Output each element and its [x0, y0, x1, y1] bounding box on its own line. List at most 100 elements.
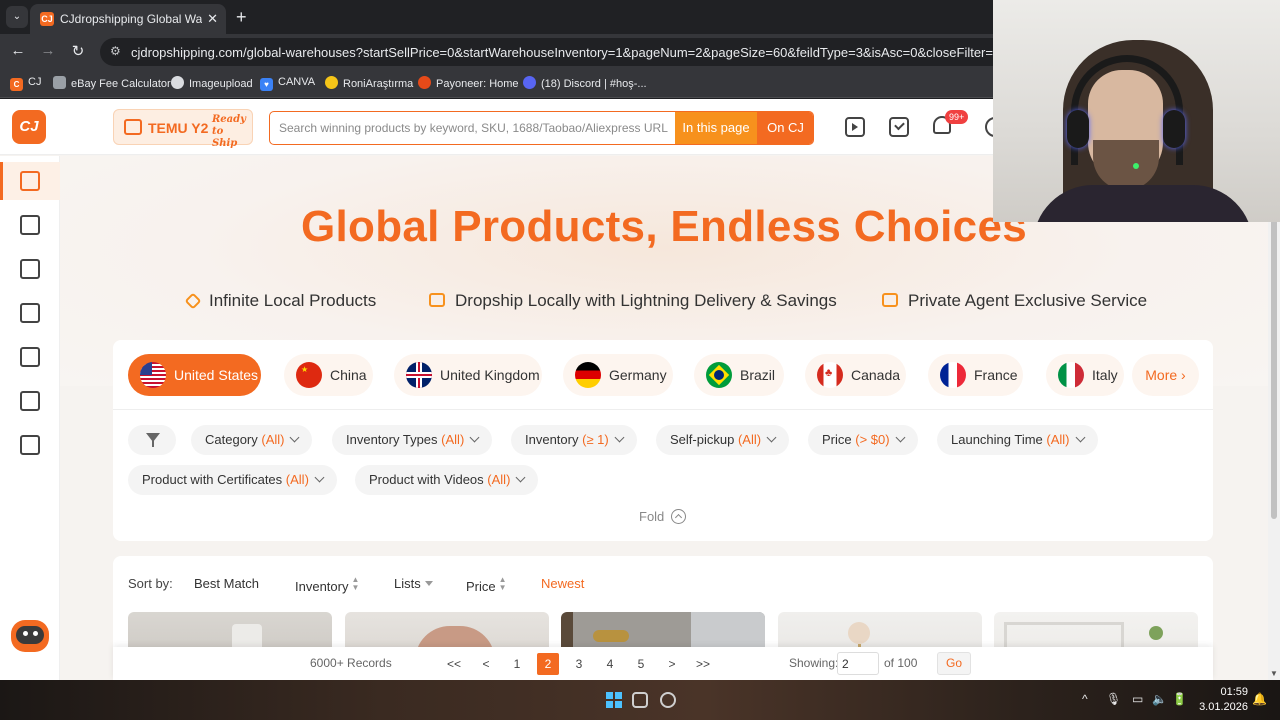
tab-search-dropdown-icon[interactable]: ⌄ [6, 6, 28, 28]
reload-button[interactable]: ↻ [68, 42, 88, 60]
site-info-icon[interactable]: ⚙ [110, 44, 121, 58]
robot-assistant-icon[interactable] [6, 616, 54, 660]
filter-category[interactable]: Category (All) [191, 425, 313, 455]
sort-option-label: Price [466, 579, 496, 594]
sidebar-item-global-products[interactable] [0, 162, 60, 200]
windows-start-icon[interactable] [606, 692, 622, 708]
country-selector-row: United States ★ China United Kingdom Ger… [113, 340, 1213, 410]
page-number-input[interactable] [837, 652, 879, 675]
feature-private-agent: Private Agent Exclusive Service [882, 291, 1147, 311]
sort-lists[interactable]: Lists [394, 576, 433, 591]
bookmark-label: RoniAraştırma [343, 78, 414, 90]
bookmark-payoneer[interactable]: Payoneer: Home [418, 76, 519, 90]
filter-funnel-icon[interactable] [128, 425, 176, 455]
page-5-button[interactable]: 5 [630, 653, 652, 675]
country-chip-france[interactable]: France [928, 354, 1023, 396]
italy-flag-icon [1058, 362, 1084, 388]
fold-filters-button[interactable]: Fold [639, 509, 687, 524]
bookmark-cj[interactable]: C CJ [10, 76, 41, 91]
sort-inventory[interactable]: Inventory ▲ ▼ [295, 576, 359, 595]
cj-logo[interactable]: CJ [12, 110, 46, 144]
product-search-bar: In this page On CJ [269, 111, 814, 145]
country-chip-brazil[interactable]: Brazil [694, 354, 784, 396]
volume-icon[interactable]: 🔈 [1152, 692, 1167, 706]
temu-label: TEMU Y2 [148, 120, 209, 136]
bookmark-label: (18) Discord | #hoş-... [541, 78, 647, 90]
browser-tab-active[interactable]: CJ CJdropshipping Global Warehouses ✕ [30, 4, 226, 34]
more-countries-button[interactable]: More › [1132, 354, 1199, 396]
back-button[interactable]: ← [8, 42, 28, 59]
country-chip-canada[interactable]: ♣ Canada [805, 354, 906, 396]
search-input[interactable] [270, 112, 674, 144]
country-chip-china[interactable]: ★ China [284, 354, 373, 396]
sort-price[interactable]: Price ▲ ▼ [466, 576, 507, 595]
country-label: Brazil [740, 367, 776, 383]
pacman-favicon-icon [325, 76, 338, 89]
new-tab-button[interactable]: + [236, 6, 247, 28]
page-1-button[interactable]: 1 [506, 653, 528, 675]
sort-best-match[interactable]: Best Match [194, 576, 259, 591]
filter-launching-time[interactable]: Launching Time (All) [937, 425, 1098, 455]
filter-product-videos[interactable]: Product with Videos (All) [355, 465, 539, 495]
go-button[interactable]: Go [937, 652, 971, 675]
ready-to-ship-label: Ready to Ship [212, 114, 246, 149]
display-icon[interactable]: ▭ [1132, 692, 1143, 706]
filter-product-certificates[interactable]: Product with Certificates (All) [128, 465, 337, 495]
bookmark-imageupload[interactable]: Imageupload [171, 76, 253, 90]
sidebar-item-cart[interactable] [0, 206, 60, 244]
sidebar-item-analytics[interactable] [0, 426, 60, 464]
filter-self-pickup[interactable]: Self-pickup (All) [656, 425, 790, 455]
bookmark-canva[interactable]: ♥ CANVA [260, 76, 315, 91]
last-page-button[interactable]: >> [692, 653, 714, 675]
bookmark-discord[interactable]: (18) Discord | #hoş-... [523, 76, 647, 90]
filter-inventory-types[interactable]: Inventory Types (All) [332, 425, 493, 455]
notification-bell-icon[interactable]: 🔔 [1252, 692, 1267, 706]
bookmark-roniarastirma[interactable]: RoniAraştırma [325, 76, 413, 90]
country-chip-united-kingdom[interactable]: United Kingdom [394, 354, 542, 396]
country-chip-italy[interactable]: Italy [1046, 354, 1124, 396]
sort-option-label: Newest [541, 576, 585, 591]
scroll-down-arrow-icon[interactable]: ▼ [1270, 669, 1278, 678]
sidebar-item-lists[interactable] [0, 294, 60, 332]
search-on-cj-button[interactable]: On CJ [757, 112, 813, 144]
browser-taskbar-icon[interactable] [660, 692, 676, 708]
country-chip-united-states[interactable]: United States [128, 354, 261, 396]
tray-overflow-icon[interactable]: ^ [1082, 692, 1088, 706]
battery-icon[interactable]: 🔋 [1172, 692, 1187, 706]
sidebar-item-stores[interactable] [0, 382, 60, 420]
caret-down-icon [424, 581, 433, 586]
country-chip-germany[interactable]: Germany [563, 354, 673, 396]
filter-inventory[interactable]: Inventory (≥ 1) [511, 425, 637, 455]
task-view-icon[interactable] [632, 692, 648, 708]
forward-button[interactable]: → [38, 42, 58, 59]
prev-page-button[interactable]: < [475, 653, 497, 675]
system-clock[interactable]: 01:59 3.01.2026 [1196, 685, 1248, 715]
filter-price[interactable]: Price (> $0) [808, 425, 918, 455]
webcam-overlay [993, 0, 1280, 222]
sidebar-item-orders[interactable] [0, 250, 60, 288]
clock-time: 01:59 [1220, 686, 1248, 698]
microphone-icon[interactable]: 🎙 [1106, 692, 1121, 706]
next-page-button[interactable]: > [661, 653, 683, 675]
task-check-icon[interactable] [889, 117, 909, 137]
first-page-button[interactable]: << [443, 653, 465, 675]
chevron-down-icon [895, 432, 906, 443]
canada-flag-icon: ♣ [817, 362, 843, 388]
us-flag-icon [140, 362, 166, 388]
filter-label: Inventory Types [346, 432, 438, 447]
webcam-headset-ear-left [1067, 110, 1089, 148]
page-4-button[interactable]: 4 [599, 653, 621, 675]
page-3-button[interactable]: 3 [568, 653, 590, 675]
tab-close-icon[interactable]: ✕ [207, 11, 218, 27]
bookmark-ebay-fee-calculator[interactable]: eBay Fee Calculator [53, 76, 171, 90]
sidebar-item-sourcing[interactable] [0, 338, 60, 376]
sort-newest[interactable]: Newest [541, 576, 584, 591]
filter-label: Category [205, 432, 258, 447]
notification-badge: 99+ [945, 110, 969, 124]
temu-ready-to-ship-banner[interactable]: TEMU Y2 Ready to Ship [113, 109, 253, 149]
search-in-page-button[interactable]: In this page [675, 112, 757, 144]
video-icon[interactable] [845, 117, 865, 137]
filter-value: (All) [737, 432, 762, 447]
scrollbar-thumb[interactable] [1271, 219, 1277, 519]
page-2-button[interactable]: 2 [537, 653, 559, 675]
